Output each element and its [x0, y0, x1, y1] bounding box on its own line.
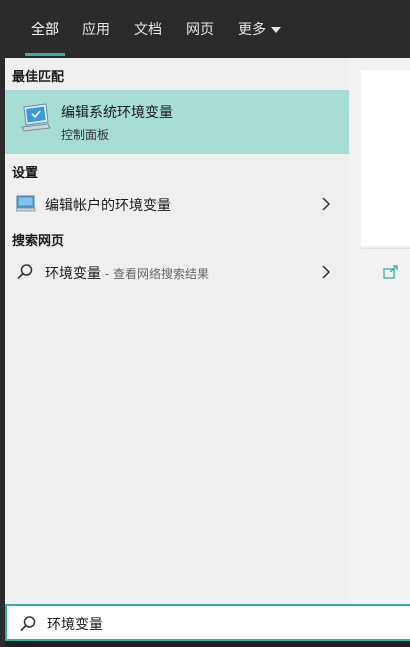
search-icon	[19, 615, 37, 637]
taskbar-edge	[5, 641, 410, 647]
tab-bar: 全部 应用 文档 网页 更多	[5, 0, 410, 58]
search-input[interactable]	[45, 612, 389, 636]
chevron-right-icon[interactable]	[321, 264, 331, 283]
section-best-match: 最佳匹配	[12, 70, 65, 85]
web-search-query: 环境变量	[45, 266, 101, 282]
tab-all[interactable]: 全部	[25, 0, 65, 58]
best-match-item[interactable]: 编辑系统环境变量 控制面板	[5, 90, 349, 154]
web-search-label: 环境变量 - 查看网络搜索结果	[45, 263, 209, 283]
web-search-item[interactable]: 环境变量 - 查看网络搜索结果	[5, 255, 349, 289]
tab-more-label: 更多	[238, 22, 266, 38]
settings-item-account-env[interactable]: 编辑帐户的环境变量	[5, 187, 349, 221]
search-box[interactable]	[5, 604, 410, 641]
section-web: 搜索网页	[12, 234, 65, 249]
preview-card	[361, 70, 410, 246]
web-search-suffix: - 查看网络搜索结果	[101, 267, 209, 281]
preview-panel	[349, 58, 410, 604]
section-settings: 设置	[12, 166, 39, 181]
preview-divider	[361, 248, 410, 249]
best-match-title: 编辑系统环境变量	[61, 105, 173, 121]
monitor-icon	[15, 195, 36, 217]
tab-apps[interactable]: 应用	[82, 0, 110, 58]
chevron-right-icon[interactable]	[321, 196, 331, 215]
tab-web[interactable]: 网页	[186, 0, 214, 58]
computer-settings-icon	[20, 103, 52, 137]
caret-down-icon	[271, 27, 281, 33]
settings-item-label: 编辑帐户的环境变量	[45, 198, 171, 214]
tab-documents[interactable]: 文档	[134, 0, 162, 58]
tab-more[interactable]: 更多	[238, 0, 281, 58]
open-external-icon[interactable]	[383, 264, 399, 283]
best-match-subtitle: 控制面板	[61, 128, 110, 142]
search-icon	[16, 263, 34, 285]
